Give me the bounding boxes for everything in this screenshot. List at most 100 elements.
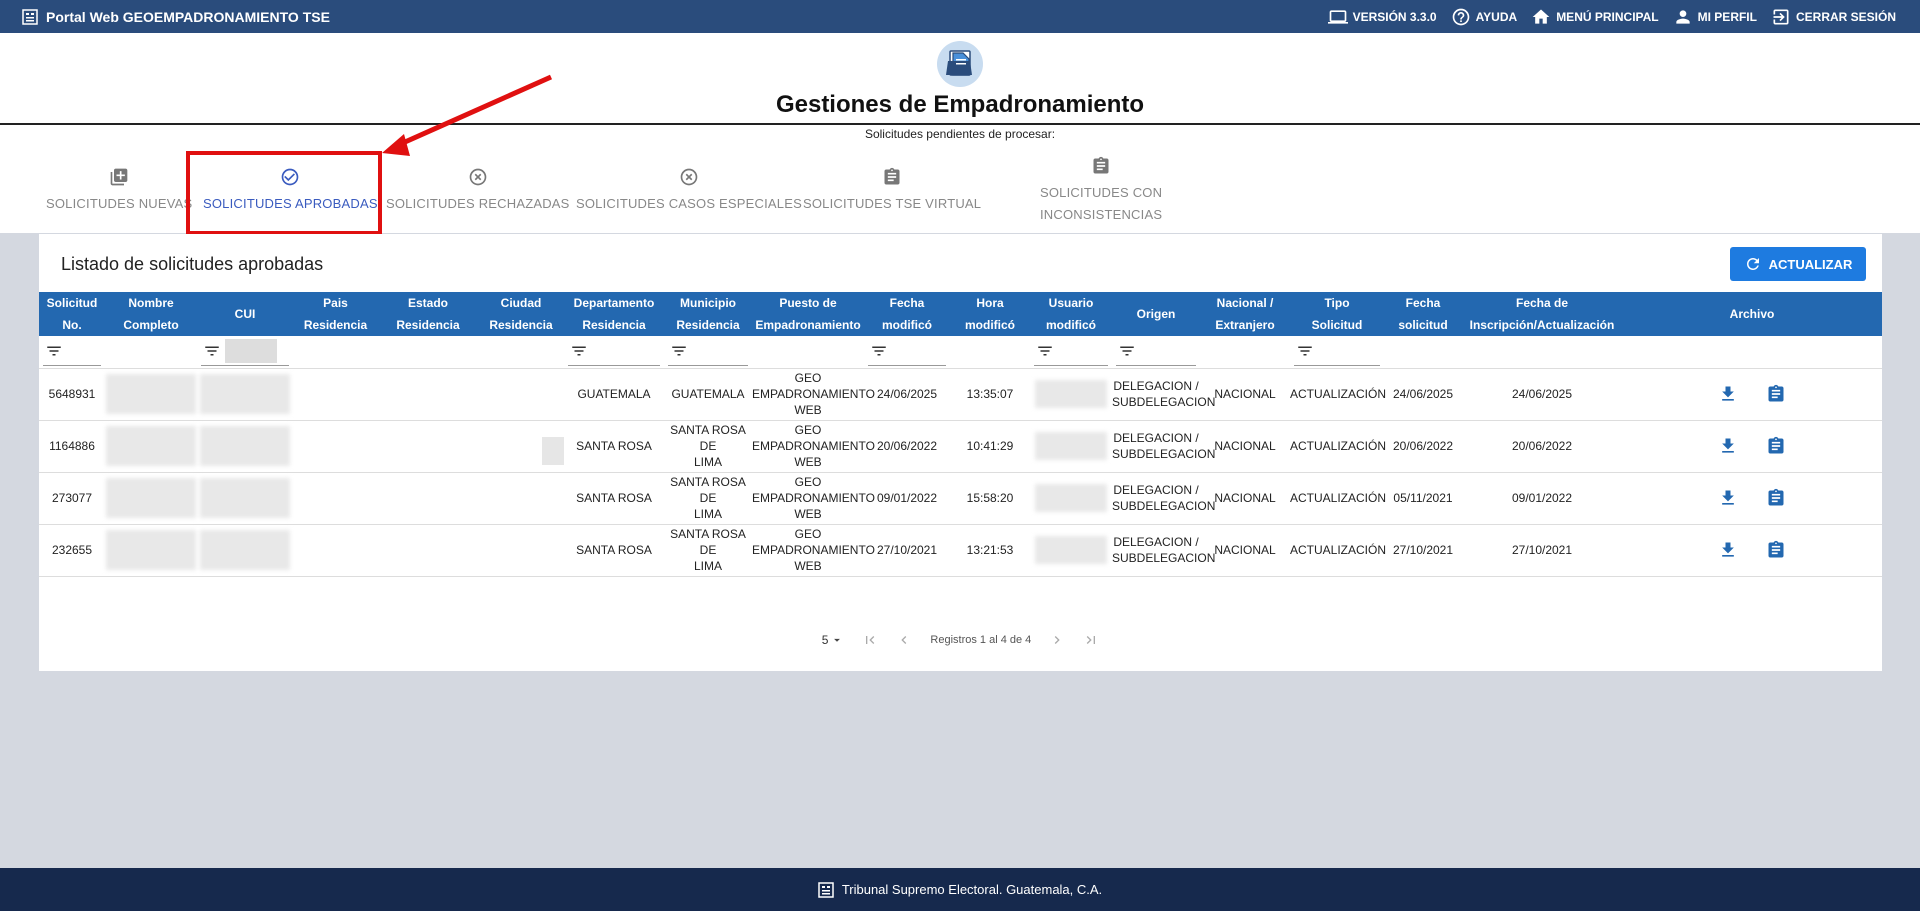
cell-puesto: GEO EMPADRONAMIENTO WEB: [752, 527, 875, 573]
cell-cui-redacted: [197, 420, 293, 472]
cell-departamento: SANTA ROSA: [576, 491, 652, 505]
column-header[interactable]: CUI: [197, 292, 293, 336]
profile-link[interactable]: MI PERFIL: [1673, 7, 1757, 27]
logout-link[interactable]: CERRAR SESIÓN: [1771, 7, 1896, 27]
column-header[interactable]: Hora modificó: [950, 292, 1030, 336]
first-page-icon[interactable]: [862, 632, 878, 648]
next-page-icon[interactable]: [1049, 632, 1065, 648]
cell-usuario-redacted: [1030, 368, 1112, 420]
cell-hora-modifico: 15:58:20: [966, 491, 1014, 505]
tab-solicitudes-casos-especiales[interactable]: SOLICITUDES CASOS ESPECIALES: [576, 167, 802, 215]
version-indicator: VERSIÓN 3.3.0: [1327, 7, 1437, 27]
filter-field-cui[interactable]: [201, 338, 289, 366]
cell-nacional: NACIONAL: [1214, 543, 1276, 557]
cell-tipo: ACTUALIZACIÓN: [1290, 439, 1387, 453]
library-add-icon: [110, 168, 128, 186]
column-header[interactable]: Estado Residencia: [378, 292, 478, 336]
cell-usuario-redacted: [1030, 472, 1112, 524]
column-header[interactable]: Tipo Solicitud: [1290, 292, 1384, 336]
cell-municipio: SANTA ROSA DE LIMA: [670, 527, 746, 573]
filter-field-origen[interactable]: [1116, 338, 1196, 366]
download-icon: [1722, 542, 1735, 557]
cell-puesto: GEO EMPADRONAMIENTO WEB: [752, 371, 875, 417]
column-header[interactable]: Usuario modificó: [1030, 292, 1112, 336]
clipboard-icon: [1768, 540, 1784, 558]
column-header[interactable]: Municipio Residencia: [664, 292, 752, 336]
cancel-circle-icon: [469, 168, 487, 186]
person-icon: [1675, 9, 1690, 24]
cell-solicitud: 1164886: [49, 439, 95, 453]
view-details-button[interactable]: [1766, 540, 1786, 560]
cell-fecha-modifico: 20/06/2022: [876, 439, 938, 453]
cell-fecha-solicitud: 20/06/2022: [1392, 439, 1454, 453]
tab-solicitudes-rechazadas[interactable]: SOLICITUDES RECHAZADAS: [386, 167, 570, 215]
table-row: 5648931 GUATEMALA GUATEMALA GEO EMPADRONA…: [39, 368, 1882, 420]
help-label: AYUDA: [1475, 9, 1518, 24]
column-header[interactable]: Origen: [1112, 292, 1200, 336]
column-header[interactable]: Puesto de Empadronamiento: [752, 292, 864, 336]
clipboard-icon: [1768, 436, 1784, 454]
view-details-button[interactable]: [1766, 436, 1786, 456]
divider: [0, 123, 1920, 125]
cell-departamento: GUATEMALA: [577, 387, 651, 401]
main-menu-link[interactable]: MENÚ PRINCIPAL: [1531, 7, 1659, 27]
folder-document-icon: [937, 41, 983, 87]
download-button[interactable]: [1718, 436, 1738, 456]
column-header[interactable]: Fecha de Inscripción/Actualización: [1462, 292, 1622, 336]
footer: Tribunal Supremo Electoral. Guatemala, C…: [0, 868, 1920, 911]
clipboard-icon: [1093, 156, 1109, 174]
refresh-button[interactable]: ACTUALIZAR: [1730, 247, 1866, 281]
last-page-icon[interactable]: [1083, 632, 1099, 648]
column-header[interactable]: Ciudad Residencia: [478, 292, 564, 336]
cell-ciudad: [478, 472, 564, 524]
column-header[interactable]: Departamento Residencia: [564, 292, 664, 336]
column-header[interactable]: Nacional / Extranjero: [1200, 292, 1290, 336]
filter-field-tipo[interactable]: [1294, 338, 1380, 366]
column-header[interactable]: Nombre Completo: [105, 292, 197, 336]
cell-nacional: NACIONAL: [1214, 439, 1276, 453]
app-title: Portal Web GEOEMPADRONAMIENTO TSE: [46, 8, 330, 25]
cell-fecha-inscripcion: 09/01/2022: [1511, 491, 1573, 505]
column-header[interactable]: Fecha modificó: [864, 292, 950, 336]
cell-pais: [293, 524, 378, 576]
download-button[interactable]: [1718, 540, 1738, 560]
column-header[interactable]: Pais Residencia: [293, 292, 378, 336]
cell-fecha-solicitud: 27/10/2021: [1392, 543, 1454, 557]
cell-solicitud: 5648931: [48, 387, 96, 401]
filter-icon: [1038, 346, 1052, 356]
filter-field-usuario[interactable]: [1034, 338, 1108, 366]
help-link[interactable]: AYUDA: [1451, 7, 1518, 27]
page-size-select[interactable]: 5: [822, 633, 845, 647]
cell-cui-redacted: [197, 524, 293, 576]
tab-label-line1: SOLICITUDES CON: [1040, 185, 1163, 200]
filter-field-solicitud[interactable]: [43, 338, 101, 366]
view-details-button[interactable]: [1766, 488, 1786, 508]
download-button[interactable]: [1718, 384, 1738, 404]
column-header[interactable]: Archivo: [1622, 292, 1882, 336]
tab-solicitudes-tse-virtual[interactable]: SOLICITUDES TSE VIRTUAL: [803, 167, 981, 215]
tab-solicitudes-con-inconsistencias[interactable]: SOLICITUDES CON INCONSISTENCIAS: [1040, 156, 1162, 226]
filter-field-municipio[interactable]: [668, 338, 748, 366]
filter-row: [39, 336, 1882, 368]
column-header[interactable]: Fecha solicitud: [1384, 292, 1462, 336]
cell-cui-redacted: [197, 472, 293, 524]
cell-nombre-redacted: [105, 472, 197, 524]
home-icon: [1532, 9, 1550, 24]
clipboard-icon: [1768, 488, 1784, 506]
filter-value-redacted: [225, 339, 277, 364]
cell-origen: DELEGACION / SUBDELEGACION: [1112, 379, 1216, 409]
cell-archivo: [1622, 524, 1882, 576]
column-header[interactable]: Solicitud No.: [39, 292, 105, 336]
filter-field-departamento[interactable]: [568, 338, 660, 366]
cell-fecha-inscripcion: 27/10/2021: [1511, 543, 1573, 557]
view-details-button[interactable]: [1766, 384, 1786, 404]
cell-archivo: [1622, 368, 1882, 420]
tab-solicitudes-nuevas[interactable]: SOLICITUDES NUEVAS: [46, 167, 192, 215]
filter-field-fecha-modifico[interactable]: [868, 338, 946, 366]
previous-page-icon[interactable]: [896, 632, 912, 648]
cell-estado: [378, 420, 478, 472]
refresh-label: ACTUALIZAR: [1768, 256, 1853, 272]
logout-icon: [1773, 9, 1789, 24]
download-button[interactable]: [1718, 488, 1738, 508]
cell-hora-modifico: 13:21:53: [966, 543, 1014, 557]
